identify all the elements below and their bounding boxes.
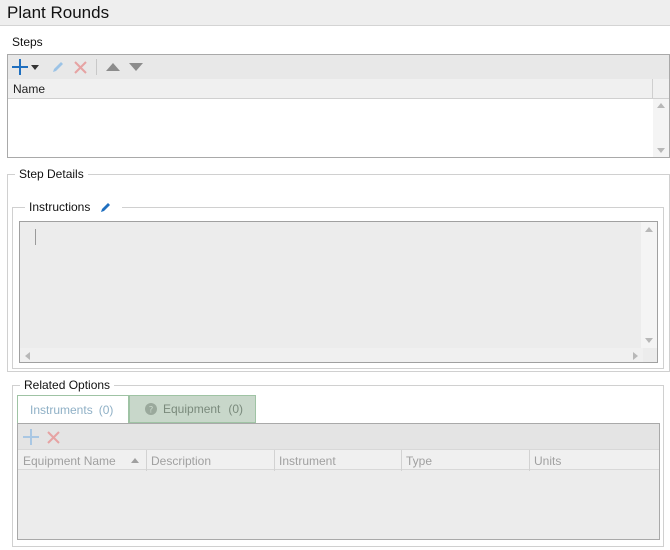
sort-ascending-icon	[131, 458, 139, 463]
pencil-icon	[101, 203, 111, 212]
caret-down-icon	[31, 64, 39, 70]
related-options-toolbar	[18, 424, 659, 449]
delete-step-button[interactable]	[71, 58, 89, 76]
tab-instruments-label: Instruments	[30, 402, 93, 417]
steps-vertical-scrollbar[interactable]	[653, 99, 669, 157]
scroll-down-icon[interactable]	[645, 338, 653, 343]
related-options-grid: Equipment Name Description Instrument Ty…	[17, 423, 660, 540]
x-icon	[73, 60, 87, 74]
column-header-units[interactable]: Units	[534, 454, 561, 468]
scroll-down-icon[interactable]	[657, 148, 665, 153]
toolbar-separator	[96, 59, 97, 75]
instructions-legend: Instructions	[25, 200, 123, 214]
triangle-down-icon	[129, 63, 143, 71]
page-title: Plant Rounds	[7, 3, 110, 22]
svg-text:?: ?	[149, 406, 154, 416]
pencil-icon	[53, 62, 63, 72]
move-step-up-button[interactable]	[104, 58, 122, 76]
steps-grid-header: Name	[8, 79, 669, 99]
question-circle-icon: ?	[145, 403, 157, 415]
edit-instructions-button[interactable]	[100, 201, 112, 213]
add-step-button[interactable]	[11, 58, 29, 76]
title-bar: Plant Rounds	[0, 0, 670, 26]
scroll-up-icon[interactable]	[657, 103, 665, 108]
step-details-label: Step Details	[15, 167, 88, 181]
move-step-down-button[interactable]	[127, 58, 145, 76]
steps-label: Steps	[12, 35, 43, 49]
text-caret	[35, 229, 36, 245]
column-header-name[interactable]: Name	[13, 82, 45, 96]
column-header-instrument[interactable]: Instrument	[279, 454, 336, 468]
scroll-right-icon[interactable]	[633, 352, 638, 360]
add-step-menu-button[interactable]	[29, 58, 41, 76]
instructions-textarea[interactable]	[19, 221, 658, 363]
steps-toolbar	[8, 55, 669, 79]
plus-icon	[12, 59, 28, 75]
instructions-label: Instructions	[29, 200, 91, 214]
triangle-up-icon	[106, 63, 120, 71]
scroll-left-icon[interactable]	[25, 352, 30, 360]
tab-equipment[interactable]: ? Equipment (0)	[129, 395, 256, 423]
tab-equipment-label: Equipment	[163, 402, 221, 416]
x-icon	[46, 430, 60, 444]
column-header-description[interactable]: Description	[151, 454, 211, 468]
plus-icon	[23, 429, 39, 445]
tab-instruments-count: (0)	[98, 402, 114, 417]
add-related-button[interactable]	[22, 428, 40, 446]
related-options-grid-header: Equipment Name Description Instrument Ty…	[18, 449, 659, 471]
delete-related-button[interactable]	[44, 428, 62, 446]
tab-equipment-count: (0)	[228, 402, 244, 416]
column-header-equipment-name[interactable]: Equipment Name	[23, 454, 116, 468]
steps-grid: Name	[7, 54, 670, 158]
instructions-vertical-scrollbar[interactable]	[641, 222, 657, 348]
tab-instruments[interactable]: Instruments (0)	[17, 395, 129, 423]
column-header-type[interactable]: Type	[406, 454, 432, 468]
edit-step-button[interactable]	[49, 58, 67, 76]
related-options-label: Related Options	[20, 378, 115, 392]
scroll-up-icon[interactable]	[645, 227, 653, 232]
instructions-horizontal-scrollbar[interactable]	[20, 348, 643, 362]
